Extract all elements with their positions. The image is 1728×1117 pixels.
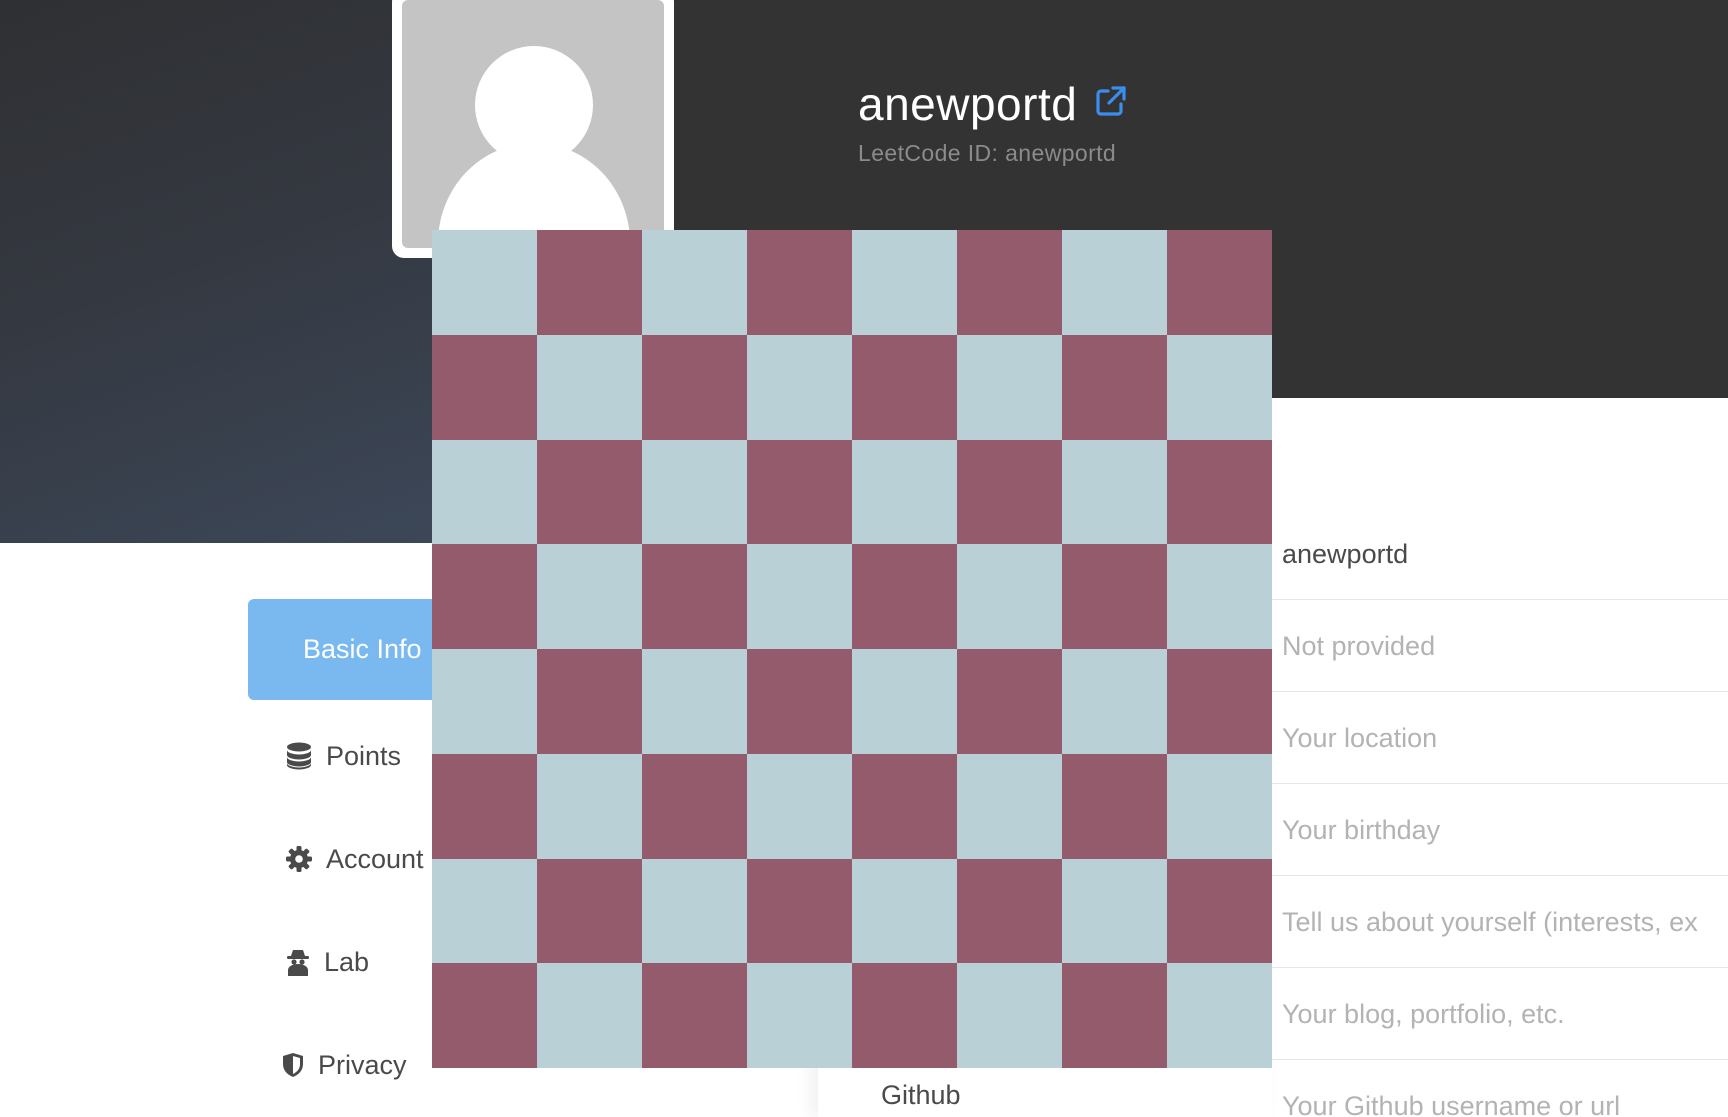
default-avatar-icon (402, 0, 664, 248)
sidebar-item-label: Privacy (318, 1049, 407, 1080)
external-link-icon[interactable] (1094, 84, 1128, 118)
checker-cell (642, 544, 747, 649)
checker-cell (642, 963, 747, 1068)
checker-cell (747, 334, 852, 440)
checker-cell (642, 753, 747, 859)
checker-cell (537, 963, 642, 1068)
checker-cell (852, 334, 957, 440)
checker-cell (432, 649, 537, 754)
sidebar-item-label: Lab (324, 946, 370, 977)
checker-cell (1062, 649, 1167, 754)
checker-cell (1062, 753, 1167, 859)
name-field[interactable]: anewportd (1272, 508, 1728, 600)
checker-cell (852, 858, 957, 964)
checker-cell (1167, 858, 1272, 964)
checker-cell (747, 753, 852, 859)
checker-cell (432, 963, 537, 1068)
checker-cell (432, 858, 537, 964)
checker-cell (432, 230, 537, 335)
sidebar-item-account[interactable]: Account (286, 839, 424, 879)
checker-cell (1062, 230, 1167, 335)
sidebar-item-label: Points (326, 740, 402, 771)
checker-cell (852, 544, 957, 649)
checker-cell (852, 230, 957, 335)
checker-cell (852, 753, 957, 859)
checker-cell (957, 230, 1062, 335)
checkerboard-overlay (432, 230, 1272, 1068)
checker-cell (852, 439, 957, 545)
checker-cell (1167, 753, 1272, 859)
checker-cell (1167, 230, 1272, 335)
checker-cell (642, 649, 747, 754)
location-field[interactable]: Your location (1272, 692, 1728, 784)
checker-cell (537, 334, 642, 440)
checker-cell (1062, 963, 1167, 1068)
checker-cell (537, 544, 642, 649)
checker-cell (432, 753, 537, 859)
checker-cell (432, 439, 537, 545)
header-banner (0, 0, 440, 543)
checker-cell (1062, 544, 1167, 649)
checker-cell (957, 544, 1062, 649)
sidebar-item-label: Account (326, 843, 424, 874)
checker-cell (957, 334, 1062, 440)
checker-cell (1167, 963, 1272, 1068)
birthday-field[interactable]: Your birthday (1272, 784, 1728, 876)
summary-field[interactable]: Tell us about yourself (interests, ex (1272, 876, 1728, 968)
checker-cell (537, 753, 642, 859)
checker-cell (642, 858, 747, 964)
checker-cell (432, 334, 537, 440)
checker-cell (747, 649, 852, 754)
checker-cell (957, 858, 1062, 964)
shield-icon (283, 1053, 303, 1077)
gender-field[interactable]: Not provided (1272, 600, 1728, 692)
checker-cell (747, 230, 852, 335)
checker-cell (852, 649, 957, 754)
website-field[interactable]: Your blog, portfolio, etc. (1272, 968, 1728, 1060)
checker-cell (642, 230, 747, 335)
checker-cell (432, 544, 537, 649)
checker-cell (747, 858, 852, 964)
github-field[interactable]: Your Github username or url (1272, 1060, 1728, 1117)
sidebar-item-lab[interactable]: Lab (286, 942, 369, 982)
avatar[interactable] (392, 0, 674, 258)
profile-page: anewportd LeetCode ID: anewportd Basic I… (0, 0, 1728, 1117)
checker-cell (537, 649, 642, 754)
checker-cell (957, 963, 1062, 1068)
checker-cell (642, 439, 747, 545)
checker-cell (642, 334, 747, 440)
checker-cell (537, 858, 642, 964)
checker-cell (957, 753, 1062, 859)
checker-cell (747, 963, 852, 1068)
checker-cell (1167, 649, 1272, 754)
spy-icon (287, 950, 309, 976)
checker-cell (1062, 439, 1167, 545)
github-label: Github (881, 1080, 961, 1110)
gear-icon (286, 846, 312, 872)
checker-cell (747, 439, 852, 545)
checker-cell (537, 439, 642, 545)
sidebar-item-label: Basic Info (303, 634, 422, 664)
checker-cell (1167, 544, 1272, 649)
sidebar-item-points[interactable]: Points (286, 736, 401, 776)
checker-cell (957, 439, 1062, 545)
checker-cell (1062, 858, 1167, 964)
checker-cell (747, 544, 852, 649)
checker-cell (537, 230, 642, 335)
checker-cell (957, 649, 1062, 754)
username-title: anewportd (858, 78, 1078, 130)
checker-cell (1167, 334, 1272, 440)
sidebar-item-privacy[interactable]: Privacy (282, 1045, 407, 1085)
leetcode-id: LeetCode ID: anewportd (858, 140, 1117, 166)
database-icon (287, 742, 311, 770)
checker-cell (1167, 439, 1272, 545)
checker-cell (1062, 334, 1167, 440)
checker-cell (852, 963, 957, 1068)
